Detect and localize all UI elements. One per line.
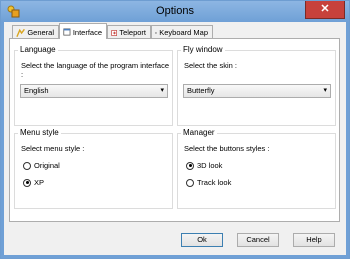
radio-xp[interactable]: XP — [23, 178, 44, 187]
skin-label: Select the skin : — [184, 61, 237, 70]
title-bar[interactable]: Options ✕ — [1, 1, 349, 22]
radio-original-circle — [23, 161, 31, 170]
menu-style-label: Select menu style : — [21, 144, 85, 153]
tab-teleport[interactable]: Teleport — [107, 25, 151, 38]
help-button[interactable]: Help — [293, 233, 335, 247]
radio-track-look[interactable]: Track look — [186, 178, 231, 187]
radio-original-label: Original — [34, 161, 60, 170]
window-title: Options — [156, 5, 194, 17]
tab-general[interactable]: General — [12, 25, 59, 38]
language-select[interactable]: English ▾ — [20, 84, 168, 98]
radio-xp-circle — [23, 178, 31, 187]
language-group-title: Language — [18, 45, 58, 54]
close-button[interactable]: ✕ — [305, 1, 345, 19]
radio-track-look-label: Track look — [197, 178, 232, 187]
menu-style-group-title: Menu style — [18, 128, 61, 137]
tab-keyboard-map[interactable]: Keyboard Map — [151, 25, 213, 38]
tab-general-label: General — [27, 28, 54, 37]
chevron-down-icon: ▾ — [323, 87, 327, 94]
teleport-icon — [111, 29, 117, 36]
manager-group: Manager Select the buttons styles : 3D l… — [177, 128, 336, 209]
interface-icon — [63, 28, 71, 36]
tab-keyboard-map-label: Keyboard Map — [159, 28, 208, 37]
buttons-style-label: Select the buttons styles : — [184, 144, 270, 153]
tab-interface-label: Interface — [72, 27, 102, 37]
cancel-button[interactable]: Cancel — [237, 233, 279, 247]
tab-interface[interactable]: Interface — [59, 23, 107, 39]
radio-3d-look-label: 3D look — [197, 161, 223, 170]
fly-window-group-title: Fly window — [181, 45, 225, 54]
manager-group-title: Manager — [181, 128, 217, 137]
general-icon — [16, 28, 25, 37]
ok-button[interactable]: Ok — [181, 233, 223, 247]
skin-select-value: Butterfly — [187, 86, 215, 95]
interface-panel: Language Select the language of the prog… — [9, 38, 340, 222]
dialog-body: General Interface Teleport Keyboard Map — [4, 22, 346, 255]
tab-teleport-label: Teleport — [119, 28, 146, 37]
radio-original[interactable]: Original — [23, 161, 60, 170]
language-label: Select the language of the program inter… — [21, 61, 170, 79]
radio-3d-look-circle — [186, 161, 194, 170]
language-group: Language Select the language of the prog… — [14, 45, 173, 126]
language-select-value: English — [24, 86, 49, 95]
radio-3d-look[interactable]: 3D look — [186, 161, 222, 170]
skin-select[interactable]: Butterfly ▾ — [183, 84, 331, 98]
radio-track-look-circle — [186, 178, 194, 187]
options-window: Options ✕ General Interface Teleport Key… — [0, 0, 350, 259]
radio-xp-label: XP — [34, 178, 45, 187]
fly-window-group: Fly window Select the skin : Butterfly ▾ — [177, 45, 336, 126]
menu-style-group: Menu style Select menu style : Original … — [14, 128, 173, 209]
keyboard-icon — [155, 31, 158, 34]
chevron-down-icon: ▾ — [160, 87, 164, 94]
